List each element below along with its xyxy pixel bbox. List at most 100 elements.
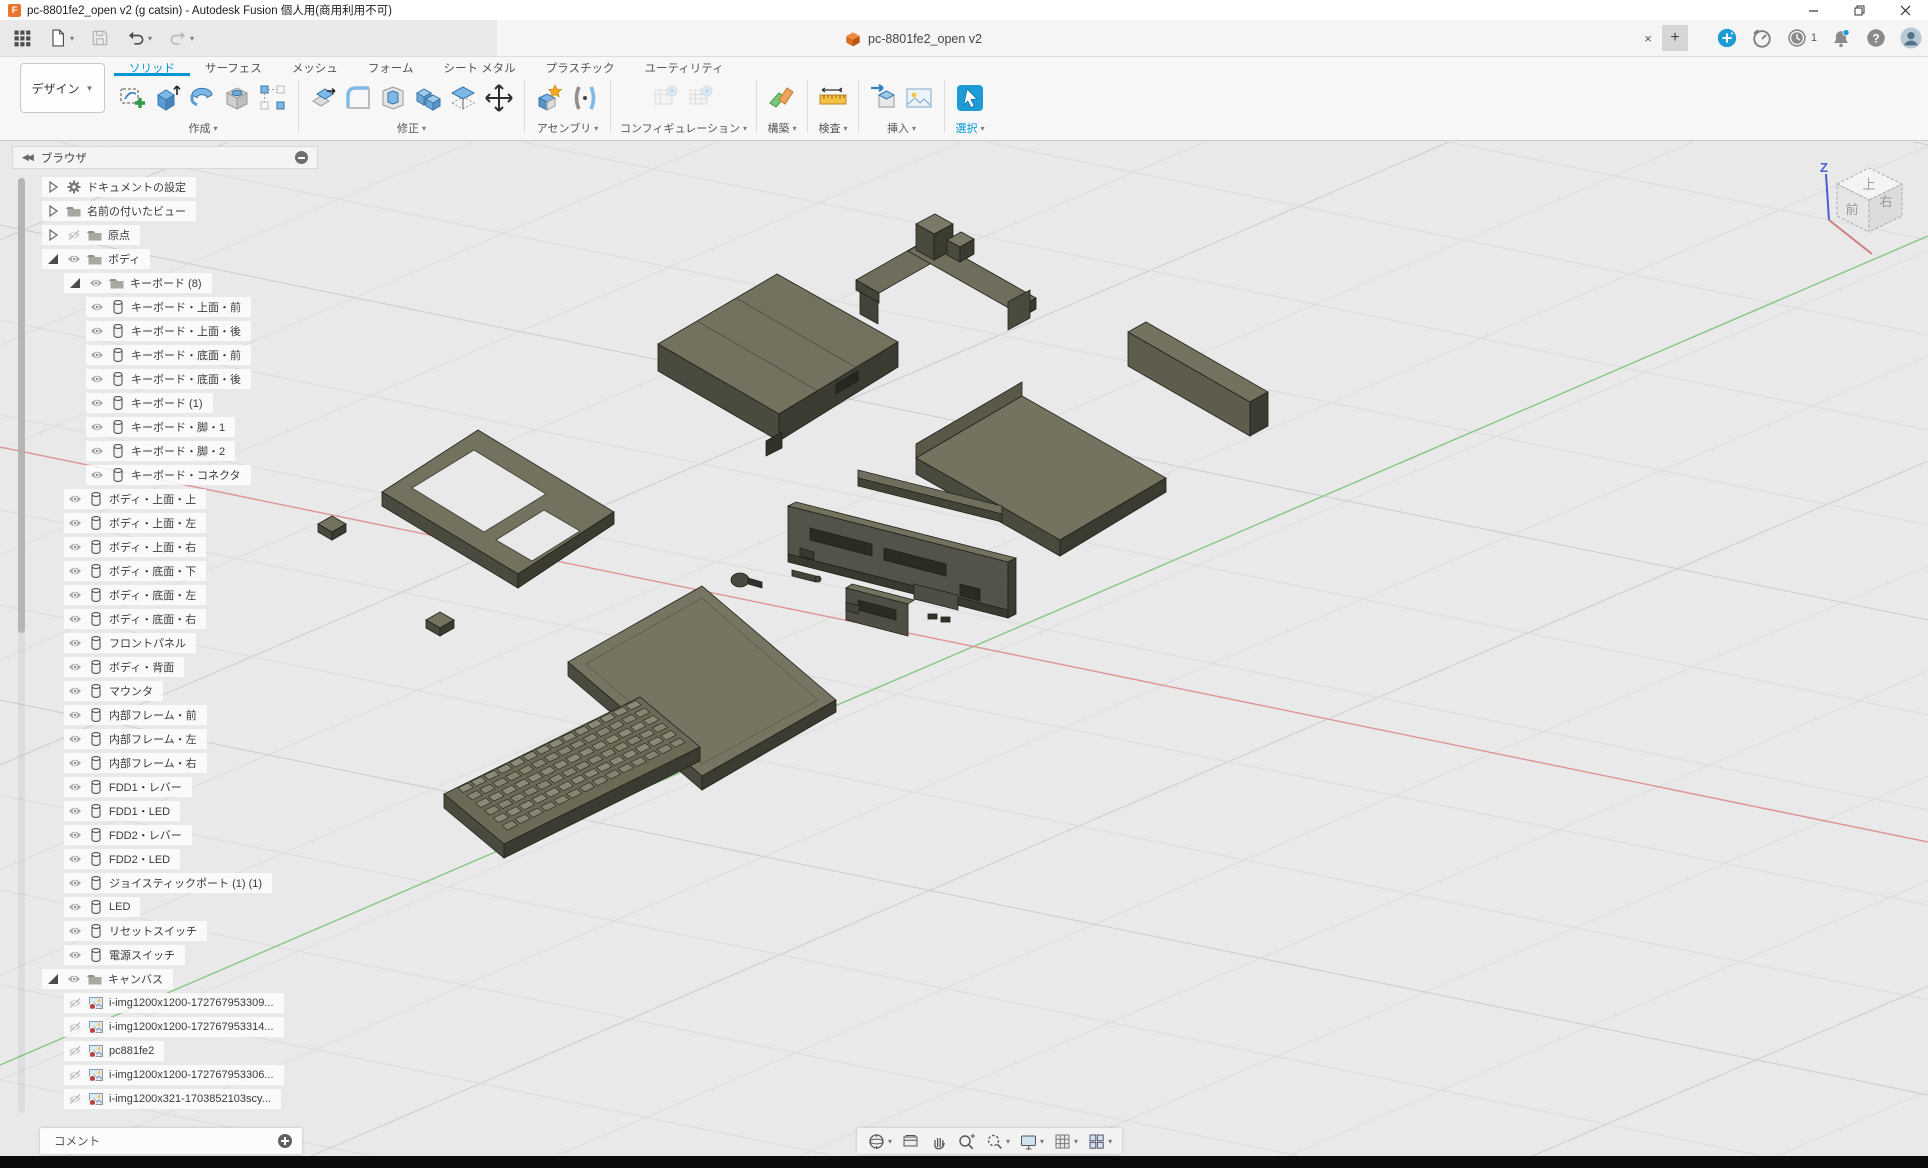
joint-icon[interactable] <box>569 82 601 114</box>
tree-item[interactable]: 名前の付いたビュー <box>12 199 318 223</box>
visibility-eye-icon[interactable] <box>67 803 83 819</box>
undo-icon[interactable]: ▾ <box>126 28 152 48</box>
ribbon-tab-プラスチック[interactable]: プラスチック <box>531 58 630 76</box>
tree-item[interactable]: ドキュメントの設定 <box>12 175 318 199</box>
move-icon[interactable] <box>483 82 515 114</box>
visibility-eye-off-icon[interactable] <box>66 227 82 243</box>
visibility-eye-off-icon[interactable] <box>67 1091 83 1107</box>
visibility-eye-icon[interactable] <box>89 347 105 363</box>
visibility-eye-icon[interactable] <box>67 947 83 963</box>
group-label-アセンブリ[interactable]: アセンブリ▾ <box>537 120 598 136</box>
visibility-eye-off-icon[interactable] <box>67 1043 83 1059</box>
3d-viewport[interactable]: ◀◀ ブラウザ ドキュメントの設定名前の付いたビュー原点ボディキーボード (8)… <box>0 142 1928 1156</box>
notifications-bell-icon[interactable] <box>1830 27 1852 49</box>
ribbon-tab-ソリッド[interactable]: ソリッド <box>114 58 190 76</box>
visibility-eye-icon[interactable] <box>67 539 83 555</box>
app-grid-icon[interactable] <box>12 28 32 48</box>
tree-item[interactable]: キーボード・底面・前 <box>12 343 318 367</box>
visibility-eye-off-icon[interactable] <box>67 995 83 1011</box>
grid-settings-icon[interactable]: ▾ <box>1053 1132 1078 1151</box>
visibility-eye-icon[interactable] <box>67 875 83 891</box>
part-rear-bracket[interactable] <box>856 214 1036 330</box>
visibility-eye-icon[interactable] <box>89 395 105 411</box>
tree-item[interactable]: 内部フレーム・前 <box>12 703 318 727</box>
collapse-arrow-icon[interactable] <box>45 971 61 987</box>
tree-item[interactable]: FDD2・レバー <box>12 823 318 847</box>
tree-item[interactable]: キーボード・底面・後 <box>12 367 318 391</box>
config-table-icon[interactable] <box>650 82 682 114</box>
comment-bar[interactable]: コメント <box>40 1128 302 1154</box>
tree-item[interactable]: i-img1200x321-1703852103scy... <box>12 1087 318 1111</box>
tree-item[interactable]: FDD1・LED <box>12 799 318 823</box>
visibility-eye-icon[interactable] <box>67 611 83 627</box>
tree-item[interactable]: 内部フレーム・左 <box>12 727 318 751</box>
construct-plane-icon[interactable] <box>766 82 798 114</box>
workspace-selector[interactable]: デザイン ▼ <box>20 63 105 113</box>
part-small-chip-2[interactable] <box>426 612 454 636</box>
visibility-eye-icon[interactable] <box>67 491 83 507</box>
visibility-eye-icon[interactable] <box>89 467 105 483</box>
tree-item[interactable]: i-img1200x1200-172767953309... <box>12 991 318 1015</box>
tree-item[interactable]: キーボード (8) <box>12 271 318 295</box>
redo-icon[interactable]: ▾ <box>168 28 194 48</box>
part-small-chip-1[interactable] <box>318 516 346 540</box>
visibility-eye-icon[interactable] <box>89 419 105 435</box>
visibility-eye-icon[interactable] <box>67 731 83 747</box>
group-label-コンフィギュレーション[interactable]: コンフィギュレーション▾ <box>620 120 747 136</box>
hole-icon[interactable] <box>222 82 254 114</box>
config-grid-icon[interactable] <box>685 82 717 114</box>
tree-item[interactable]: i-img1200x1200-172767953314... <box>12 1015 318 1039</box>
select-icon[interactable] <box>954 82 986 114</box>
minimize-button[interactable] <box>1790 0 1836 20</box>
tree-item[interactable]: ジョイスティックポート (1) (1) <box>12 871 318 895</box>
tree-item[interactable]: キーボード・上面・後 <box>12 319 318 343</box>
visibility-eye-icon[interactable] <box>67 515 83 531</box>
ribbon-tab-サーフェス[interactable]: サーフェス <box>190 58 277 76</box>
tree-item[interactable]: 電源スイッチ <box>12 943 318 967</box>
presspull-icon[interactable] <box>308 82 340 114</box>
visibility-eye-icon[interactable] <box>67 563 83 579</box>
group-label-挿入[interactable]: 挿入▾ <box>887 120 916 136</box>
document-tab[interactable]: pc-8801fe2_open v2 <box>845 25 982 53</box>
visibility-eye-icon[interactable] <box>89 443 105 459</box>
tree-item[interactable]: ボディ・底面・下 <box>12 559 318 583</box>
performance-gauge-icon[interactable] <box>1751 27 1773 49</box>
ribbon-tab-メッシュ[interactable]: メッシュ <box>277 58 353 76</box>
group-label-作成[interactable]: 作成▾ <box>188 120 217 136</box>
collapse-panel-icon[interactable]: ◀◀ <box>22 152 32 163</box>
revolve-icon[interactable] <box>187 82 219 114</box>
tree-item[interactable]: ボディ・底面・右 <box>12 607 318 631</box>
tree-item[interactable]: FDD2・LED <box>12 847 318 871</box>
pattern-icon[interactable] <box>257 82 289 114</box>
tab-close-icon[interactable]: × <box>1638 28 1658 48</box>
tree-item[interactable]: ボディ・上面・左 <box>12 511 318 535</box>
pan-icon[interactable] <box>929 1132 948 1151</box>
visibility-eye-icon[interactable] <box>67 755 83 771</box>
part-front-bezel[interactable] <box>382 430 614 588</box>
newcomponent-icon[interactable] <box>534 82 566 114</box>
orbit-icon[interactable]: ▾ <box>867 1132 892 1151</box>
zoom-icon[interactable] <box>957 1132 976 1151</box>
exploded-model[interactable] <box>318 214 1268 858</box>
tree-item[interactable]: リセットスイッチ <box>12 919 318 943</box>
visibility-eye-icon[interactable] <box>67 683 83 699</box>
part-right-wall[interactable] <box>1128 322 1268 436</box>
minimize-panel-icon[interactable] <box>295 151 308 164</box>
visibility-eye-icon[interactable] <box>67 707 83 723</box>
tree-item[interactable]: LED <box>12 895 318 919</box>
new-tab-button[interactable]: + <box>1662 25 1688 51</box>
tree-item[interactable]: フロントパネル <box>12 631 318 655</box>
visibility-eye-icon[interactable] <box>66 251 82 267</box>
fit-icon[interactable]: ▾ <box>985 1132 1010 1151</box>
shell-icon[interactable] <box>378 82 410 114</box>
viewports-icon[interactable]: ▾ <box>1087 1132 1112 1151</box>
ribbon-tab-シート メタル[interactable]: シート メタル <box>428 58 530 76</box>
part-main-tray[interactable] <box>916 382 1166 556</box>
restore-button[interactable] <box>1836 0 1882 20</box>
file-menu-icon[interactable]: ▾ <box>48 28 74 48</box>
tree-item[interactable]: キーボード・コネクタ <box>12 463 318 487</box>
expand-arrow-icon[interactable] <box>45 227 61 243</box>
tree-item[interactable]: キャンバス <box>12 967 318 991</box>
account-avatar[interactable] <box>1900 27 1922 49</box>
tree-item[interactable]: キーボード・脚・1 <box>12 415 318 439</box>
